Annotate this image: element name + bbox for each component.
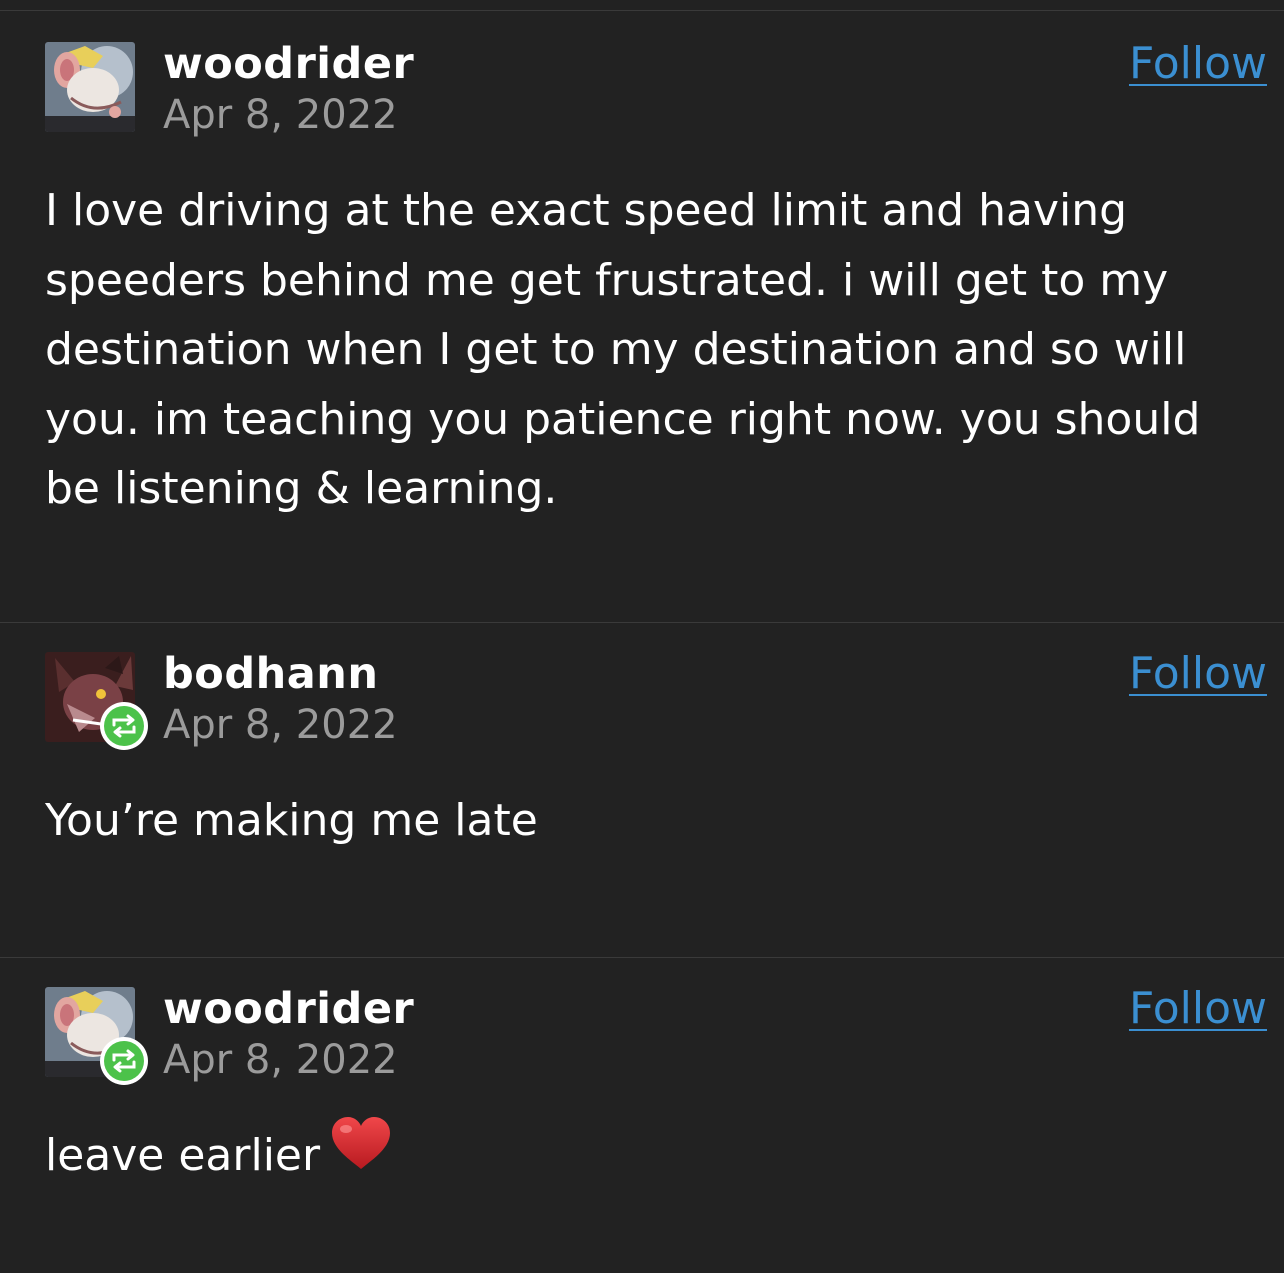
follow-button[interactable]: Follow bbox=[1129, 648, 1267, 700]
reblog-thread: woodrider Apr 8, 2022 Follow I love driv… bbox=[0, 0, 1284, 1273]
avatar-wrap[interactable] bbox=[45, 987, 148, 1085]
post-text: I love driving at the exact speed limit … bbox=[45, 185, 1201, 514]
reblog-badge bbox=[100, 1037, 148, 1085]
follow-button[interactable]: Follow bbox=[1129, 38, 1267, 90]
reblog-icon bbox=[112, 1049, 136, 1073]
divider bbox=[0, 10, 1284, 11]
divider bbox=[0, 622, 1284, 623]
reblog-badge bbox=[100, 702, 148, 750]
username[interactable]: woodrider bbox=[163, 983, 414, 1035]
post-date: Apr 8, 2022 bbox=[163, 702, 398, 748]
username[interactable]: bodhann bbox=[163, 648, 378, 700]
divider bbox=[0, 957, 1284, 958]
post-text: You’re making me late bbox=[45, 795, 538, 846]
follow-button[interactable]: Follow bbox=[1129, 983, 1267, 1035]
username[interactable]: woodrider bbox=[163, 38, 414, 90]
post-date: Apr 8, 2022 bbox=[163, 1037, 398, 1083]
avatar-wrap[interactable] bbox=[45, 652, 148, 750]
red-heart-icon bbox=[330, 1115, 392, 1192]
avatar-wrap[interactable] bbox=[45, 42, 135, 132]
avatar[interactable] bbox=[45, 42, 135, 132]
post-date: Apr 8, 2022 bbox=[163, 92, 398, 138]
post-text-container: leave earlier bbox=[45, 1116, 1250, 1191]
post-text: leave earlier bbox=[45, 1130, 321, 1181]
reblog-icon bbox=[112, 714, 136, 738]
